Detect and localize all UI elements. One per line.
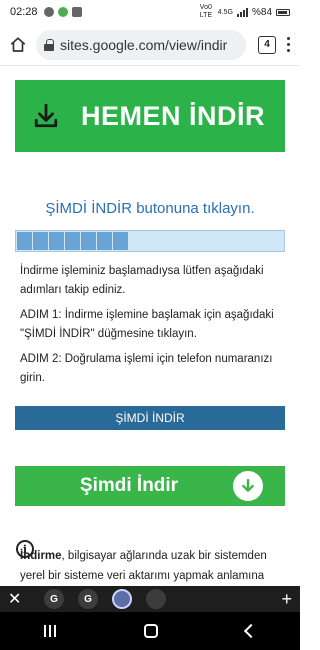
- app-notification-icon: [43, 7, 54, 17]
- system-nav-bar: [0, 612, 300, 650]
- tab-bubble-google[interactable]: G: [44, 589, 64, 609]
- tab-bubble-google[interactable]: G: [78, 589, 98, 609]
- instruction-text: ŞİMDİ İNDİR butonuna tıklayın.: [45, 200, 255, 217]
- network-label: Vo0 LTE: [199, 4, 213, 19]
- description-paragraph: İndirme, bilgisayar ağlarında uzak bir s…: [20, 546, 282, 586]
- tab-bubble-site[interactable]: [146, 589, 166, 609]
- notification-icons: [43, 7, 82, 17]
- green-button-label: Şimdi İndir: [79, 475, 179, 496]
- url-text: sites.google.com/view/indir: [60, 36, 228, 53]
- page-content: HEMEN İNDİR ŞİMDİ İNDİR butonuna tıklayı…: [0, 66, 300, 586]
- back-icon[interactable]: [243, 623, 259, 639]
- battery-percent: %84: [251, 6, 272, 18]
- menu-icon[interactable]: [282, 37, 294, 52]
- progress-bar: [15, 230, 285, 252]
- lock-icon: [44, 38, 54, 51]
- status-time: 02:28: [10, 6, 38, 18]
- progress-fill: [17, 232, 128, 250]
- status-bar: 02:28 Vo0 LTE 4.5G %84: [0, 0, 300, 24]
- simdi-indir-green-button[interactable]: Şimdi İndir: [15, 466, 285, 506]
- browser-toolbar: sites.google.com/view/indir 4: [0, 24, 300, 66]
- progress-segment: [17, 232, 32, 250]
- description-bold: İndirme: [20, 550, 62, 562]
- signal-icon: [236, 7, 248, 17]
- battery-icon: [276, 8, 290, 16]
- recents-icon[interactable]: [44, 625, 56, 637]
- home-icon: [10, 36, 26, 52]
- progress-segment: [81, 232, 96, 250]
- signal-type-label: 4.5G: [217, 8, 233, 16]
- hero-button-label: HEMEN İNDİR: [81, 100, 266, 131]
- app-notification-icon: [57, 7, 68, 17]
- image-notification-icon: [71, 7, 82, 17]
- info-paragraph: İndirme işleminiz başlamadıysa lütfen aş…: [20, 265, 264, 296]
- home-nav-icon[interactable]: [144, 624, 158, 638]
- arrow-down-circle-icon: [233, 471, 263, 501]
- hemen-indir-button[interactable]: HEMEN İNDİR: [15, 80, 285, 152]
- progress-segment: [33, 232, 48, 250]
- tab-bubble-bar: ✕ G G +: [0, 586, 300, 612]
- progress-segment: [49, 232, 64, 250]
- address-bar[interactable]: sites.google.com/view/indir: [36, 29, 246, 60]
- step-2-paragraph: ADIM 2: Doğrulama işlemi için telefon nu…: [20, 353, 273, 384]
- tab-bubbles: G G: [44, 589, 166, 609]
- progress-segment: [65, 232, 80, 250]
- step-1-paragraph: ADIM 1: İndirme işlemine başlamak için a…: [20, 309, 274, 340]
- close-icon[interactable]: ✕: [8, 589, 30, 609]
- home-button[interactable]: [6, 33, 30, 57]
- tabs-button[interactable]: 4: [258, 35, 276, 54]
- status-right: Vo0 LTE 4.5G %84: [200, 4, 290, 20]
- progress-segment: [97, 232, 112, 250]
- simdi-indir-bar-button[interactable]: ŞİMDİ İNDİR: [15, 406, 285, 430]
- download-icon: [34, 103, 58, 128]
- progress-segment: [113, 232, 128, 250]
- add-icon[interactable]: +: [281, 589, 292, 610]
- tab-bubble-active[interactable]: [112, 589, 132, 609]
